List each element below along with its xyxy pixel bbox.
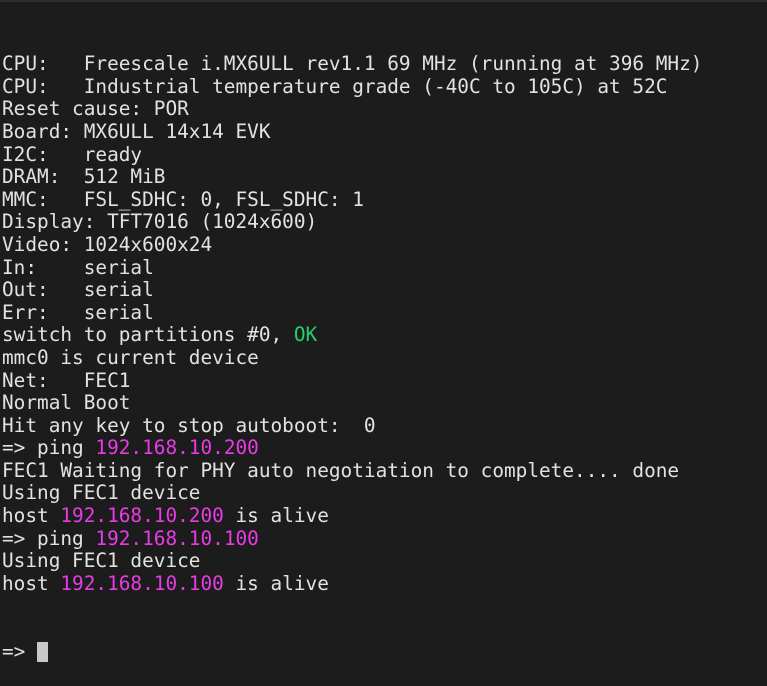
terminal-line: In: serial bbox=[2, 255, 767, 280]
text-cursor bbox=[37, 641, 49, 662]
terminal-line: DRAM: 512 MiB bbox=[2, 165, 767, 189]
terminal-line: => ping 192.168.10.200 bbox=[2, 436, 767, 460]
terminal-window[interactable]: CPU: Freescale i.MX6ULL rev1.1 69 MHz (r… bbox=[0, 0, 767, 662]
terminal-line: host 192.168.10.100 is alive bbox=[2, 571, 767, 596]
terminal-line: CPU: Industrial temperature grade (-40C … bbox=[2, 74, 767, 99]
terminal-line: Out: serial bbox=[2, 278, 767, 302]
prompt-line[interactable]: => bbox=[2, 639, 767, 664]
prompt: => bbox=[2, 639, 38, 663]
terminal-line: Using FEC1 device bbox=[2, 482, 767, 505]
line-text: Normal Boot bbox=[2, 391, 131, 415]
ip-address: 192.168.10.100 bbox=[60, 571, 224, 595]
terminal-line: host 192.168.10.200 is alive bbox=[2, 504, 767, 528]
terminal-line: Reset cause: POR bbox=[2, 98, 767, 121]
line-text: Using FEC1 device bbox=[2, 549, 201, 573]
line-text: Out: serial bbox=[2, 278, 154, 302]
ok-status: OK bbox=[293, 323, 318, 347]
terminal-line: mmc0 is current device bbox=[2, 345, 767, 370]
line-text: is alive bbox=[223, 571, 329, 595]
line-text: Board: MX6ULL 14x14 EVK bbox=[2, 119, 271, 143]
terminal-line: Normal Boot bbox=[2, 391, 767, 415]
line-text: MMC: FSL_SDHC: 0, FSL_SDHC: 1 bbox=[2, 187, 364, 211]
line-text: Reset cause: POR bbox=[2, 97, 189, 121]
terminal-line: Using FEC1 device bbox=[2, 549, 767, 573]
line-text: Video: 1024x600x24 bbox=[2, 232, 213, 256]
line-text: I2C: ready bbox=[2, 142, 143, 166]
line-text: => ping bbox=[2, 526, 96, 550]
line-text: FEC1 Waiting for PHY auto negotiation to… bbox=[2, 458, 680, 482]
terminal-line: Net: FEC1 bbox=[2, 368, 767, 393]
line-text: host bbox=[2, 504, 61, 528]
terminal-line: Err: serial bbox=[2, 300, 767, 325]
terminal-line: MMC: FSL_SDHC: 0, FSL_SDHC: 1 bbox=[2, 187, 767, 212]
line-text: CPU: Freescale i.MX6ULL rev1.1 69 MHz (r… bbox=[2, 52, 703, 76]
line-text: is alive bbox=[223, 504, 329, 528]
terminal-output: CPU: Freescale i.MX6ULL rev1.1 69 MHz (r… bbox=[2, 52, 767, 596]
terminal-line: Board: MX6ULL 14x14 EVK bbox=[2, 119, 767, 144]
line-text: switch to partitions #0, bbox=[2, 323, 294, 347]
terminal-line: CPU: Freescale i.MX6ULL rev1.1 69 MHz (r… bbox=[2, 52, 767, 76]
line-text: Err: serial bbox=[2, 300, 154, 324]
terminal-line: FEC1 Waiting for PHY auto negotiation to… bbox=[2, 458, 767, 483]
line-text: host bbox=[2, 571, 61, 595]
terminal-line: switch to partitions #0, OK bbox=[2, 324, 767, 347]
terminal-line: Video: 1024x600x24 bbox=[2, 232, 767, 257]
line-text: mmc0 is current device bbox=[2, 345, 259, 369]
line-text: In: serial bbox=[2, 255, 154, 279]
terminal-line: Display: TFT7016 (1024x600) bbox=[2, 211, 767, 234]
line-text: CPU: Industrial temperature grade (-40C … bbox=[2, 74, 668, 98]
ip-address: 192.168.10.100 bbox=[95, 526, 259, 550]
terminal-line: I2C: ready bbox=[2, 142, 767, 167]
line-text: => ping bbox=[2, 436, 96, 460]
line-text: Net: FEC1 bbox=[2, 368, 131, 392]
line-text: Using FEC1 device bbox=[2, 481, 201, 505]
line-text: Hit any key to stop autoboot: 0 bbox=[2, 413, 376, 437]
line-text: DRAM: 512 MiB bbox=[2, 165, 166, 189]
line-text: Display: TFT7016 (1024x600) bbox=[2, 210, 318, 234]
terminal-line: Hit any key to stop autoboot: 0 bbox=[2, 413, 767, 438]
ip-address: 192.168.10.200 bbox=[60, 504, 224, 528]
terminal-line: => ping 192.168.10.100 bbox=[2, 526, 767, 551]
ip-address: 192.168.10.200 bbox=[95, 436, 259, 460]
